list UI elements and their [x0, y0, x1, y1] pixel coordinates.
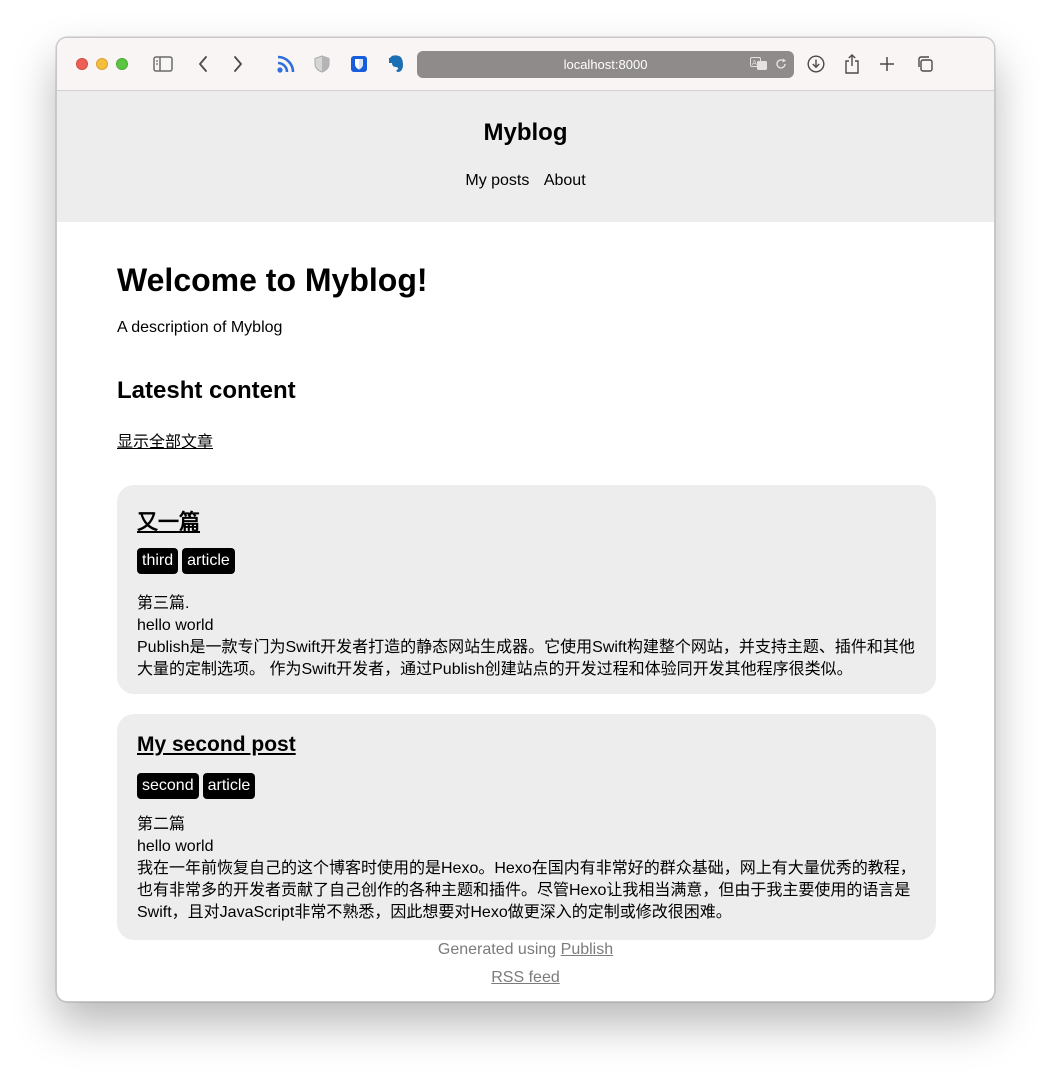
site-title-link[interactable]: Myblog	[57, 119, 994, 147]
tag-article[interactable]: article	[182, 548, 235, 574]
browser-toolbar: localhost:8000 A	[57, 38, 994, 91]
shield-icon[interactable]	[310, 52, 334, 76]
url-text: localhost:8000	[563, 57, 648, 72]
post-title-link[interactable]: My second post	[137, 733, 296, 757]
zoom-window-button[interactable]	[116, 58, 128, 70]
post-excerpt: 第三篇. hello world Publish是一款专门为Swift开发者打造…	[137, 593, 927, 681]
page-title: Welcome to Myblog!	[117, 262, 428, 298]
translate-icon[interactable]: A	[750, 57, 768, 74]
post-excerpt: 第二篇 hello world 我在一年前恢复自己的这个博客时使用的是Hexo。…	[137, 814, 927, 924]
forward-icon[interactable]	[226, 52, 250, 76]
excerpt-line: 第三篇.	[137, 595, 190, 612]
excerpt-line: 我在一年前恢复自己的这个博客时使用的是Hexo。Hexo在国内有非常好的群众基础…	[137, 860, 916, 877]
minimize-window-button[interactable]	[96, 58, 108, 70]
share-icon[interactable]	[840, 52, 864, 76]
excerpt-line: Swift，且对JavaScript非常不熟悉，因此想要对Hexo做更深入的定制…	[137, 904, 732, 921]
reload-icon[interactable]	[775, 58, 787, 73]
excerpt-line: 也有非常多的开发者贡献了自己创作的各种主题和插件。尽管Hexo让我相当满意，但由…	[137, 882, 911, 899]
footer-generated-text: Generated using	[437, 941, 557, 958]
excerpt-line: 第二篇	[137, 816, 186, 833]
latest-content-heading: Latesht content	[117, 377, 296, 404]
tag-third[interactable]: third	[137, 548, 179, 574]
publish-link[interactable]: Publish	[561, 941, 613, 958]
sidebar-icon[interactable]	[151, 52, 175, 76]
site-nav: My posts About	[57, 172, 994, 190]
rss-icon[interactable]	[274, 52, 298, 76]
tag-second[interactable]: second	[137, 773, 199, 799]
post-title-link[interactable]: 又一篇	[137, 506, 200, 536]
back-icon[interactable]	[191, 52, 215, 76]
excerpt-line: 大量的定制选项。 作为Swift开发者，通过Publish创建站点的开发过程和体…	[137, 661, 853, 678]
post-card: 又一篇 third article 第三篇. hello world Publi…	[117, 485, 936, 694]
post-tags: second article	[137, 773, 256, 799]
tag-article[interactable]: article	[202, 773, 256, 799]
svg-text:A: A	[752, 59, 757, 67]
post-tags: third article	[137, 548, 235, 574]
excerpt-line: hello world	[137, 617, 214, 634]
show-all-posts-link[interactable]: 显示全部文章	[117, 428, 213, 452]
nav-link-about[interactable]: About	[544, 172, 586, 189]
bitwarden-icon[interactable]	[347, 52, 371, 76]
download-icon[interactable]	[804, 52, 828, 76]
address-bar[interactable]: localhost:8000 A	[417, 51, 794, 78]
new-tab-icon[interactable]	[875, 52, 899, 76]
site-header: Myblog My posts About	[57, 91, 994, 222]
excerpt-line: Publish是一款专门为Swift开发者打造的静态网站生成器。它使用Swift…	[137, 639, 915, 656]
browser-window: localhost:8000 A Myblog My posts About W…	[56, 37, 995, 1002]
close-window-button[interactable]	[76, 58, 88, 70]
excerpt-line: hello world	[137, 838, 214, 855]
site-description: A description of Myblog	[117, 319, 283, 336]
tabs-icon[interactable]	[913, 52, 937, 76]
evernote-icon[interactable]	[384, 52, 408, 76]
post-card: My second post second article 第二篇 hello …	[117, 714, 936, 940]
footer-generated-line: Generated using Publish	[57, 941, 994, 959]
nav-link-my-posts[interactable]: My posts	[465, 172, 529, 189]
footer-rss-line: RSS feed	[57, 969, 994, 987]
rss-feed-link[interactable]: RSS feed	[491, 969, 559, 986]
